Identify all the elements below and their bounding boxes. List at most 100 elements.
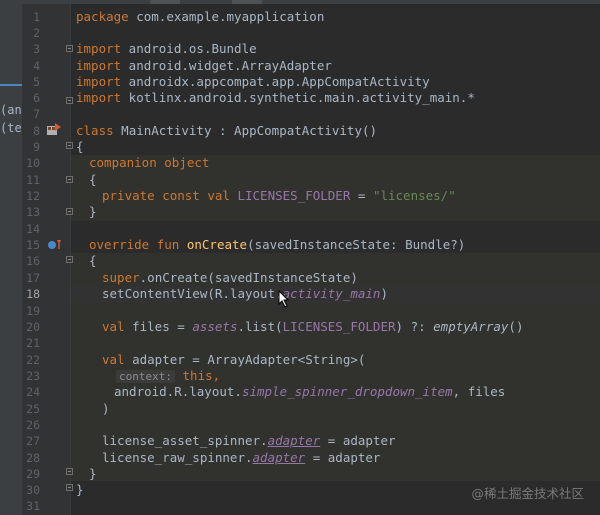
code-line-18[interactable]: setContentView(R.layout.activity_main) xyxy=(102,286,388,302)
brace: { xyxy=(89,253,97,268)
code-text: androidx.appcompat.app.AppCompatActivity xyxy=(121,74,430,89)
tab-fragment[interactable] xyxy=(150,0,180,4)
code-text: android.widget.ArrayAdapter xyxy=(121,58,332,73)
brace: } xyxy=(89,466,97,481)
line-number: 28 xyxy=(26,451,40,465)
code-line-10[interactable]: companion object xyxy=(89,155,209,171)
code-text: license_raw_spinner. xyxy=(102,450,253,465)
line-number: 30 xyxy=(26,483,40,497)
keyword: private const val xyxy=(102,188,230,203)
keyword: package xyxy=(76,9,129,24)
code-line-11[interactable]: { xyxy=(89,172,97,188)
keyword: companion object xyxy=(89,155,210,170)
code-line-4[interactable]: import android.widget.ArrayAdapter xyxy=(76,58,332,74)
code-line-3[interactable]: import android.os.Bundle xyxy=(76,41,257,57)
fold-marker[interactable] xyxy=(66,97,73,104)
code-text: files = xyxy=(124,319,193,334)
line-number: 3 xyxy=(33,42,40,56)
keyword: this, xyxy=(182,368,221,383)
code-text: ) xyxy=(380,286,388,301)
line-number: 13 xyxy=(26,205,40,219)
code-line-22[interactable]: val adapter = ArrayAdapter<String>( xyxy=(102,352,365,368)
code-line-28[interactable]: license_raw_spinner.adapter = adapter xyxy=(102,450,380,466)
code-line-27[interactable]: license_asset_spinner.adapter = adapter xyxy=(102,433,396,449)
panel-text-fragment: (tes xyxy=(0,121,22,135)
fold-marker[interactable] xyxy=(66,176,73,183)
code-text: , files xyxy=(452,384,506,399)
line-number: 23 xyxy=(26,369,40,383)
extension-property: assets xyxy=(192,319,238,334)
fold-marker[interactable] xyxy=(66,208,73,215)
code-text: .list( xyxy=(237,319,283,334)
code-line-15[interactable]: override fun onCreate(savedInstanceState… xyxy=(89,237,465,253)
synthetic-property: activity_main xyxy=(282,286,381,301)
brace: { xyxy=(89,172,97,187)
code-text: .onCreate(savedInstanceState) xyxy=(139,270,358,285)
code-text: kotlinx.android.synthetic.main.activity_… xyxy=(121,90,475,105)
fold-marker[interactable] xyxy=(66,142,73,149)
code-text: = adapter xyxy=(320,433,396,448)
watermark: @稀土掘金技术社区 xyxy=(471,486,584,501)
fold-marker[interactable] xyxy=(66,484,73,491)
code-line-16[interactable]: { xyxy=(89,253,97,269)
code-text: = adapter xyxy=(305,450,381,465)
brace: } xyxy=(89,204,97,219)
line-number: 29 xyxy=(26,467,40,481)
fold-marker[interactable] xyxy=(66,468,73,475)
code-text: () xyxy=(508,319,524,334)
line-number: 2 xyxy=(33,26,40,40)
code-text: android.os.Bundle xyxy=(121,41,257,56)
constant: LICENSES_FOLDER xyxy=(237,188,351,203)
mouse-pointer-icon xyxy=(278,290,290,308)
line-number: 8 xyxy=(33,124,40,138)
run-class-icon[interactable] xyxy=(46,123,62,137)
line-number: 27 xyxy=(26,434,40,448)
code-line-1[interactable]: package com.example.myapplication xyxy=(76,9,324,25)
constant: LICENSES_FOLDER xyxy=(282,319,396,334)
code-line-5[interactable]: import androidx.appcompat.app.AppCompatA… xyxy=(76,74,430,90)
override-method-icon[interactable] xyxy=(47,238,63,252)
keyword: import xyxy=(76,58,122,73)
code-line-25[interactable]: ) xyxy=(102,401,110,417)
line-number: 14 xyxy=(26,222,40,236)
fold-marker[interactable] xyxy=(66,256,73,263)
code-text: = xyxy=(350,188,373,203)
line-number: 24 xyxy=(26,385,40,399)
code-line-9[interactable]: { xyxy=(76,139,84,155)
code-line-30[interactable]: } xyxy=(76,482,84,498)
panel-text-fragment: (and xyxy=(0,103,22,117)
keyword: import xyxy=(76,41,122,56)
code-line-6[interactable]: import kotlinx.android.synthetic.main.ac… xyxy=(76,90,475,106)
line-number: 11 xyxy=(26,173,40,187)
function-name: onCreate xyxy=(186,237,248,252)
code-line-8[interactable]: class MainActivity : AppCompatActivity() xyxy=(76,123,377,139)
function-call: emptyArray xyxy=(433,319,509,334)
code-line-13[interactable]: } xyxy=(89,204,97,220)
code-text: ) ?: xyxy=(395,319,434,334)
code-line-17[interactable]: super.onCreate(savedInstanceState) xyxy=(102,270,358,286)
keyword: val xyxy=(102,352,125,367)
line-number: 31 xyxy=(26,499,40,513)
brace: } xyxy=(76,482,84,497)
selection-indicator xyxy=(0,84,22,86)
code-line-29[interactable]: } xyxy=(89,466,97,482)
line-number: 5 xyxy=(33,75,40,89)
code-text: android.R.layout. xyxy=(114,384,242,399)
resource-field: simple_spinner_dropdown_item xyxy=(241,384,453,399)
line-number: 25 xyxy=(26,402,40,416)
synthetic-property: adapter xyxy=(267,433,321,448)
code-text: ) xyxy=(102,401,110,416)
code-line-20[interactable]: val files = assets.list(LICENSES_FOLDER)… xyxy=(102,319,523,335)
line-number: 15 xyxy=(26,238,40,252)
line-number: 17 xyxy=(26,271,40,285)
line-number: 10 xyxy=(26,156,40,170)
fold-marker[interactable] xyxy=(66,45,73,52)
code-line-24[interactable]: android.R.layout.simple_spinner_dropdown… xyxy=(114,384,505,400)
keyword: class xyxy=(76,123,114,138)
code-line-23[interactable]: context: this, xyxy=(116,368,220,384)
code-line-12[interactable]: private const val LICENSES_FOLDER = "lic… xyxy=(102,188,456,204)
code-text: license_asset_spinner. xyxy=(102,433,268,448)
side-panel: (and (tes xyxy=(0,4,23,515)
code-text: MainActivity : AppCompatActivity() xyxy=(113,123,378,138)
tab-fragment[interactable] xyxy=(232,0,262,4)
